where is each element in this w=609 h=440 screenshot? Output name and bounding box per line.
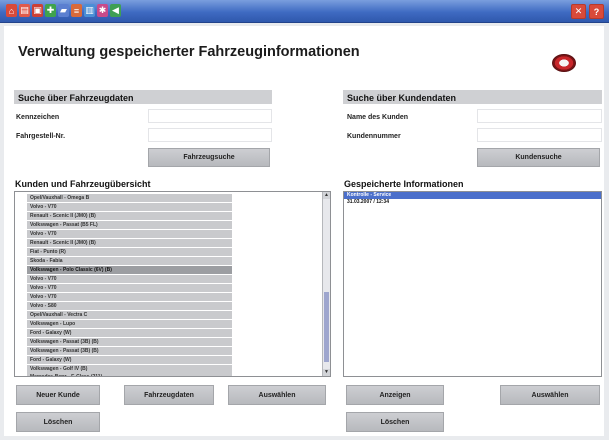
list-item[interactable]: Volkswagen - Lupo <box>27 319 232 328</box>
list-item[interactable]: Opel/Vauxhall - Vectra C <box>27 310 232 319</box>
license-plate-input[interactable] <box>148 109 272 123</box>
saved-rows: Kontrolle - Service 31.03.2007 / 12:34 <box>344 192 601 206</box>
list-item[interactable]: Volkswagen - Passat (3B) (B) <box>27 346 232 355</box>
list-item[interactable]: Opel/Vauxhall - Omega B <box>27 193 232 202</box>
customer-name-label: Name des Kunden <box>347 114 409 121</box>
top-toolbar: ⌂ ▤ ▣ ✚ ▰ ≡ ▥ ✱ ◀ ✕ ? <box>0 0 609 23</box>
customer-search-heading: Suche über Kundendaten <box>343 90 602 104</box>
exit-icon[interactable]: ✕ <box>571 4 586 19</box>
list-item[interactable]: Volvo - V70 <box>27 202 232 211</box>
saved-list-item[interactable]: Kontrolle - Service <box>344 192 601 199</box>
list-item[interactable]: Ford - Galaxy (W) <box>27 355 232 364</box>
print-icon[interactable]: ▤ <box>19 4 30 17</box>
customer-number-label: Kundennummer <box>347 133 401 140</box>
back-icon[interactable]: ◀ <box>110 4 121 17</box>
vin-label: Fahrgestell-Nr. <box>16 133 66 140</box>
list-item[interactable]: Volvo - V70 <box>27 292 232 301</box>
overview-rows: Opel/Vauxhall - Omega B Volvo - V70 Renaul… <box>15 192 330 376</box>
tool-icon[interactable]: ✚ <box>45 4 56 17</box>
list-item[interactable]: Volkswagen - Polo Classic (6V) (B) <box>27 265 232 274</box>
list-item[interactable]: Volvo - V70 <box>27 274 232 283</box>
overview-heading: Kunden und Fahrzeugübersicht <box>15 179 151 189</box>
doc-icon[interactable]: ▥ <box>84 4 95 17</box>
select-overview-button[interactable]: Auswählen <box>228 385 326 405</box>
delete-saved-button[interactable]: Löschen <box>346 412 444 432</box>
scroll-up-icon[interactable]: ▲ <box>323 192 330 199</box>
list-item[interactable]: Skoda - Fabia <box>27 256 232 265</box>
help-icon[interactable]: ? <box>589 4 604 19</box>
list-item[interactable]: Renault - Scenic II (JM0) (B) <box>27 211 232 220</box>
list-item[interactable]: Mercedes-Benz - E-Class (211) <box>27 373 232 376</box>
list-item[interactable]: Volkswagen - Passat (B5 FL) <box>27 220 232 229</box>
list-item[interactable]: Volkswagen - Passat (3B) (B) <box>27 337 232 346</box>
list-item[interactable]: Volvo - V70 <box>27 283 232 292</box>
vehicle-search-button[interactable]: Fahrzeugsuche <box>148 148 270 167</box>
brand-logo-icon <box>552 54 576 72</box>
page-title: Verwaltung gespeicherter Fahrzeuginforma… <box>18 44 360 60</box>
list-item[interactable]: Renault - Scenic II (JM0) (B) <box>27 238 232 247</box>
list-item[interactable]: Volvo - S80 <box>27 301 232 310</box>
customer-name-input[interactable] <box>477 109 602 123</box>
save-icon[interactable]: ▣ <box>32 4 43 17</box>
saved-info-heading: Gespeicherte Informationen <box>344 179 464 189</box>
vehicle-data-button[interactable]: Fahrzeugdaten <box>124 385 214 405</box>
list-icon[interactable]: ≡ <box>71 4 82 17</box>
new-customer-button[interactable]: Neuer Kunde <box>16 385 100 405</box>
customer-number-input[interactable] <box>477 128 602 142</box>
vin-input[interactable] <box>148 128 272 142</box>
main-panel: Verwaltung gespeicherter Fahrzeuginforma… <box>4 26 604 436</box>
show-saved-button[interactable]: Anzeigen <box>346 385 444 405</box>
settings-icon[interactable]: ✱ <box>97 4 108 17</box>
car-icon[interactable]: ▰ <box>58 4 69 17</box>
list-item[interactable]: Volkswagen - Golf IV (B) <box>27 364 232 373</box>
customer-vehicle-list[interactable]: Opel/Vauxhall - Omega B Volvo - V70 Renaul… <box>14 191 331 377</box>
saved-list-item[interactable]: 31.03.2007 / 12:34 <box>344 199 601 206</box>
delete-overview-button[interactable]: Löschen <box>16 412 100 432</box>
toolbar-icons: ⌂ ▤ ▣ ✚ ▰ ≡ ▥ ✱ ◀ <box>6 4 121 17</box>
saved-info-list[interactable]: Kontrolle - Service 31.03.2007 / 12:34 <box>343 191 602 377</box>
list-item[interactable]: Fiat - Punto (R) <box>27 247 232 256</box>
list-item[interactable]: Ford - Galaxy (W) <box>27 328 232 337</box>
overview-scrollbar[interactable]: ▲ ▼ <box>322 192 330 376</box>
vehicle-search-heading: Suche über Fahrzeugdaten <box>14 90 272 104</box>
toolbar-right: ✕ ? <box>571 4 604 19</box>
list-item[interactable]: Volvo - V70 <box>27 229 232 238</box>
license-plate-label: Kennzeichen <box>16 114 60 121</box>
home-icon[interactable]: ⌂ <box>6 4 17 17</box>
scroll-down-icon[interactable]: ▼ <box>323 369 330 376</box>
scroll-thumb[interactable] <box>324 292 329 362</box>
select-saved-button[interactable]: Auswählen <box>500 385 600 405</box>
customer-search-button[interactable]: Kundensuche <box>477 148 600 167</box>
